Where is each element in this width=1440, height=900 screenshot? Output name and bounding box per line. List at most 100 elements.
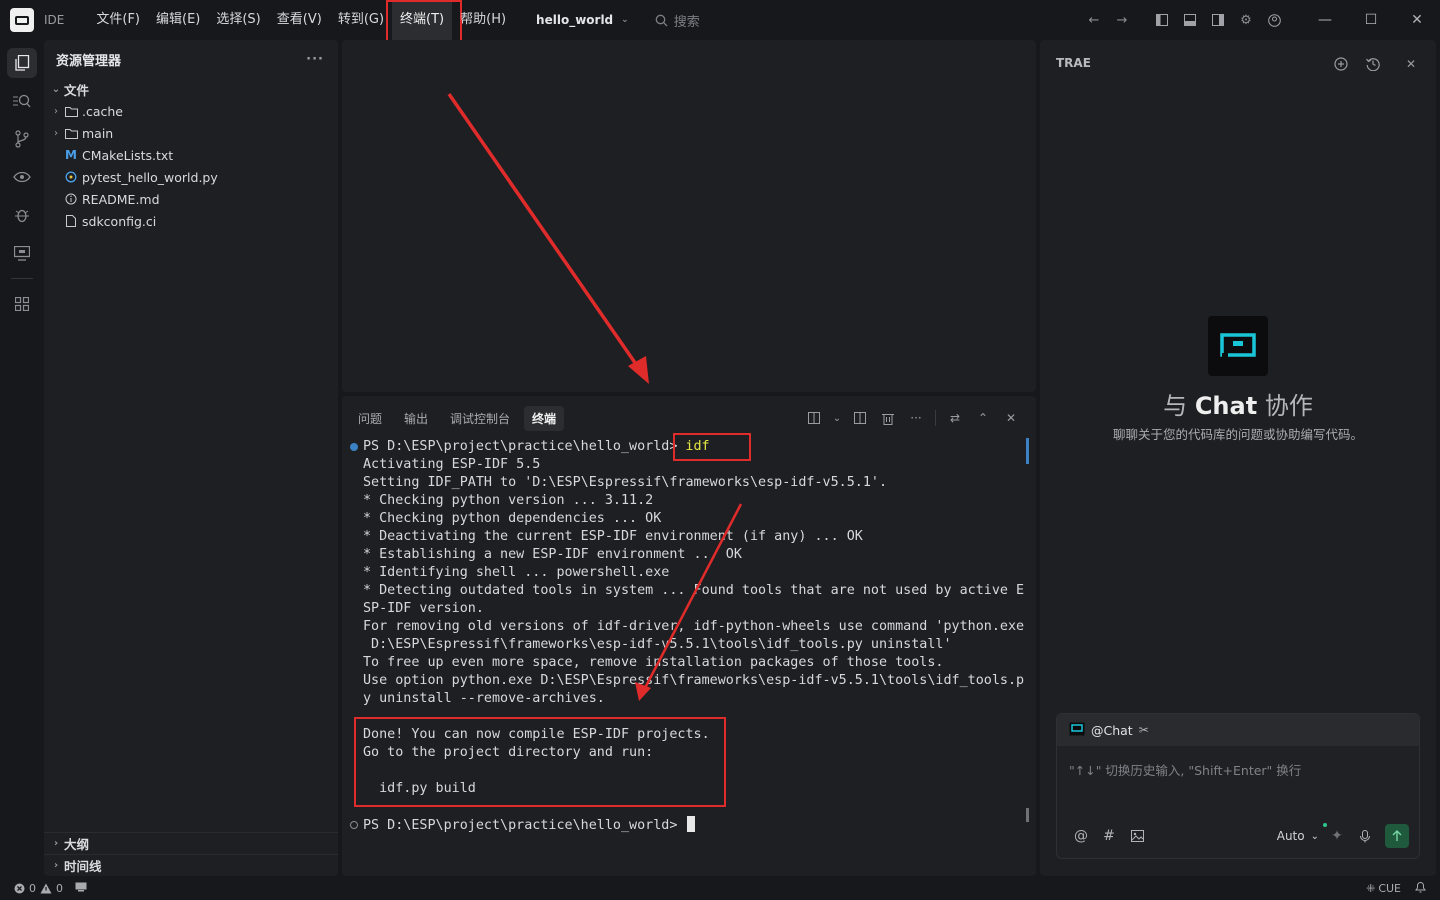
project-switcher[interactable]: hello_world ⌄ — [536, 13, 629, 27]
settings-gear-icon[interactable]: ⚙ — [1232, 0, 1260, 40]
command-success-dot — [350, 443, 358, 451]
tree-item-cache[interactable]: › .cache — [44, 100, 338, 122]
toggle-left-sidebar-icon[interactable] — [1148, 0, 1176, 40]
search-icon — [655, 14, 668, 26]
tab-output[interactable]: 输出 — [396, 406, 436, 431]
send-button[interactable] — [1385, 824, 1409, 848]
maximize-panel-icon[interactable]: ⌃ — [970, 406, 996, 430]
git-branch-icon — [15, 130, 29, 148]
ai-header-actions: ✕ — [1328, 52, 1424, 76]
chat-input-placeholder[interactable]: "↑↓" 切换历史输入, "Shift+Enter" 换行 — [1069, 760, 1301, 779]
files-icon — [7, 48, 37, 78]
chat-tag[interactable]: @Chat — [1091, 723, 1133, 738]
terminal-line: * Establishing a new ESP-IDF environment… — [363, 547, 742, 562]
title-search[interactable]: 搜索 — [655, 11, 700, 30]
search-button[interactable] — [0, 82, 44, 120]
menu-help[interactable]: 帮助(H) — [452, 0, 514, 40]
terminal-command-line: PS D:\ESP\project\practice\hello_world> i… — [363, 438, 710, 456]
close-panel-icon[interactable]: ✕ — [998, 406, 1024, 430]
image-icon[interactable] — [1123, 824, 1151, 848]
menu-go[interactable]: 转到(G) — [330, 0, 392, 40]
ai-heading-bold: Chat — [1194, 392, 1258, 420]
terminal-cursor — [687, 816, 696, 832]
command-idle-dot — [350, 821, 358, 829]
source-control-button[interactable] — [0, 120, 44, 158]
tree-item-label: README.md — [82, 191, 160, 207]
terminal-scrollbar[interactable] — [1026, 808, 1029, 822]
bell-icon[interactable] — [1415, 881, 1426, 896]
chevron-down-icon: ⌄ — [1310, 830, 1319, 842]
model-select[interactable]: Auto ⌄ — [1277, 823, 1327, 843]
terminal-line: y uninstall --remove-archives. — [363, 691, 605, 706]
terminal-line: * Deactivating the current ESP-IDF envir… — [363, 529, 863, 544]
split-terminal-icon[interactable] — [847, 406, 873, 430]
tree-item-cmakelists[interactable]: M CMakeLists.txt — [44, 144, 338, 166]
terminal-settings-icon[interactable]: ⇄ — [942, 406, 968, 430]
menu-file[interactable]: 文件(F) — [88, 0, 148, 40]
python-icon — [64, 171, 78, 183]
microphone-icon[interactable] — [1351, 824, 1379, 848]
sparkle-icon[interactable]: ✦ — [1323, 824, 1351, 848]
close-window-button[interactable]: ✕ — [1394, 0, 1440, 40]
divider — [935, 410, 936, 426]
remote-button[interactable] — [0, 234, 44, 272]
tree-item-pytest[interactable]: pytest_hello_world.py — [44, 166, 338, 188]
tree-item-sdkconfig[interactable]: sdkconfig.ci — [44, 210, 338, 232]
tab-debug-console[interactable]: 调试控制台 — [442, 406, 518, 431]
tree-item-label: CMakeLists.txt — [82, 147, 174, 163]
chevron-right-icon: › — [53, 838, 59, 849]
problems-status[interactable]: 0 0 — [14, 882, 87, 895]
maximize-button[interactable]: ☐ — [1348, 0, 1394, 40]
terminal-final-prompt-line: PS D:\ESP\project\practice\hello_world> — [363, 816, 696, 835]
preview-button[interactable] — [0, 158, 44, 196]
toggle-right-sidebar-icon[interactable] — [1204, 0, 1232, 40]
explorer-button[interactable] — [0, 44, 44, 82]
ide-mode-label[interactable]: IDE — [44, 13, 64, 27]
debug-button[interactable] — [0, 196, 44, 234]
chevron-down-icon[interactable]: ⌄ — [829, 406, 845, 430]
more-actions-icon[interactable]: ··· — [306, 52, 324, 67]
terminal-scroll-marker — [1026, 438, 1029, 464]
tree-item-readme[interactable]: README.md — [44, 188, 338, 210]
terminal-status-icon[interactable] — [75, 882, 87, 895]
back-arrow-icon[interactable]: ← — [1080, 0, 1108, 40]
info-icon — [64, 193, 78, 205]
terminal-output[interactable]: PS D:\ESP\project\practice\hello_world> i… — [342, 433, 1024, 858]
tree-item-label: .cache — [82, 103, 123, 119]
trash-icon[interactable] — [875, 406, 901, 430]
status-right: ⁜ CUE — [1366, 876, 1426, 900]
toggle-panel-icon[interactable] — [1176, 0, 1204, 40]
new-terminal-layout-icon[interactable] — [801, 406, 827, 430]
activity-bar — [0, 40, 44, 876]
cue-status[interactable]: ⁜ CUE — [1366, 882, 1401, 895]
new-chat-icon[interactable] — [1328, 52, 1354, 76]
account-icon[interactable] — [1260, 0, 1288, 40]
history-icon[interactable] — [1360, 52, 1386, 76]
folder-icon — [64, 106, 78, 117]
trae-logo-icon — [1208, 316, 1268, 376]
menu-terminal[interactable]: 终端(T) — [386, 0, 463, 62]
tab-problems[interactable]: 问题 — [350, 406, 390, 431]
menu-selection[interactable]: 选择(S) — [208, 0, 268, 40]
close-icon[interactable]: ✕ — [1398, 52, 1424, 76]
mention-icon[interactable]: @ — [1067, 824, 1095, 848]
files-section-header[interactable]: ⌄ 文件 — [44, 78, 338, 100]
folder-icon — [64, 128, 78, 139]
terminal-prompt: PS D:\ESP\project\practice\hello_world> — [363, 439, 678, 454]
menu-view[interactable]: 查看(V) — [269, 0, 330, 40]
eye-icon — [13, 171, 31, 183]
tools-icon[interactable]: ✂ — [1139, 723, 1149, 737]
extensions-button[interactable] — [0, 285, 44, 323]
outline-section-header[interactable]: › 大纲 — [44, 832, 338, 854]
tab-terminal[interactable]: 终端 — [524, 405, 565, 431]
minimize-button[interactable]: — — [1302, 0, 1348, 40]
chevron-right-icon: › — [54, 105, 58, 117]
tree-item-main[interactable]: › main — [44, 122, 338, 144]
more-icon[interactable]: ··· — [903, 406, 929, 430]
editor-area[interactable] — [342, 40, 1036, 392]
bug-icon — [15, 209, 29, 223]
hashtag-icon[interactable]: # — [1095, 824, 1123, 848]
forward-arrow-icon[interactable]: → — [1108, 0, 1136, 40]
menu-edit[interactable]: 编辑(E) — [148, 0, 208, 40]
timeline-section-header[interactable]: › 时间线 — [44, 854, 338, 876]
